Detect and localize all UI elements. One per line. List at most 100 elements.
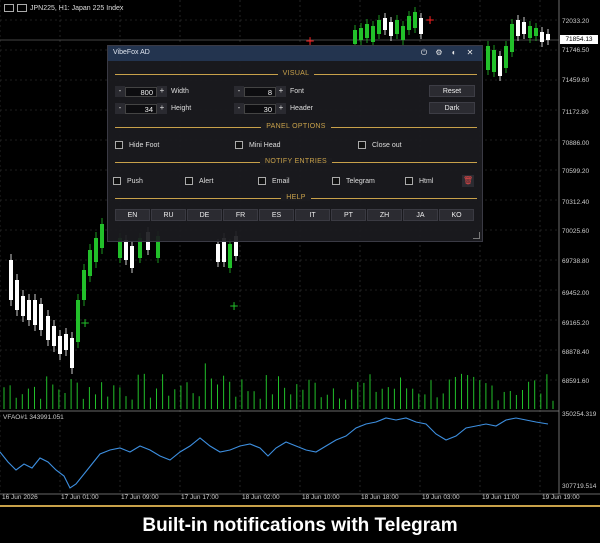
candle-body	[401, 26, 405, 40]
settings-panel[interactable]: VibeFox AD ⏻ ⚙ ◐ ✕ VISUAL - 800 + Width …	[107, 45, 483, 242]
candle-body	[395, 20, 399, 34]
time-tick: 17 Jun 09:00	[121, 494, 159, 501]
candle-body	[407, 16, 411, 30]
price-tick: 69165.20	[562, 320, 590, 327]
height-decrease-button[interactable]: -	[115, 103, 125, 114]
font-increase-button[interactable]: +	[276, 86, 286, 97]
sell-marker: +	[425, 13, 435, 27]
close-out-option[interactable]: Close out	[358, 140, 402, 150]
section-help: HELP	[115, 194, 477, 202]
width-field[interactable]: 800	[125, 86, 157, 97]
alert-checkbox[interactable]	[185, 177, 193, 185]
price-tick: 68878.40	[562, 349, 590, 356]
push-option[interactable]: Push	[113, 176, 143, 186]
section-notify-entries-title: NOTIFY ENTRIES	[259, 158, 333, 165]
section-panel-options: PANEL OPTIONS	[115, 123, 477, 131]
candle-body	[377, 20, 381, 34]
hide-foot-checkbox[interactable]	[115, 141, 123, 149]
height-label: Height	[171, 105, 192, 112]
language-button-de[interactable]: DE	[187, 209, 222, 221]
font-field[interactable]: 8	[244, 86, 276, 97]
chart-area[interactable]: + + + + JPN225, H1: Japan 225 Index 72033.2…	[0, 0, 600, 505]
html-checkbox[interactable]	[405, 177, 413, 185]
font-label: Font	[290, 88, 305, 95]
font-stepper[interactable]: - 8 + Font	[234, 86, 304, 97]
candle-body	[9, 260, 13, 300]
indicator-label: VFAO#1 343991.051	[3, 414, 64, 421]
candle-body	[534, 28, 538, 36]
reset-button[interactable]: Reset	[429, 85, 475, 97]
candle-body	[124, 240, 128, 260]
section-visual: VISUAL	[115, 70, 477, 78]
candle-body	[88, 250, 92, 276]
push-label: Push	[127, 177, 143, 185]
flag-icon	[17, 4, 27, 12]
candle-body	[52, 326, 56, 346]
power-icon[interactable]: ⏻	[419, 48, 429, 58]
price-axis[interactable]: 72033.20 71746.50 71459.60 71172.80 70886.00…	[559, 0, 600, 495]
candle-body	[94, 238, 98, 262]
time-tick: 19 Jun 11:00	[482, 494, 520, 501]
theme-icon[interactable]: ◐	[449, 48, 459, 58]
language-button-ko[interactable]: KO	[439, 209, 474, 221]
hide-foot-option[interactable]: Hide Foot	[115, 140, 159, 150]
email-checkbox[interactable]	[258, 177, 266, 185]
trash-icon[interactable]: 🗑	[462, 175, 474, 187]
candle-body	[21, 296, 25, 316]
html-option[interactable]: Html	[405, 176, 433, 186]
html-label: Html	[419, 177, 434, 185]
section-panel-options-title: PANEL OPTIONS	[261, 123, 331, 130]
symbol-text: JPN225, H1: Japan 225 Index	[30, 4, 124, 12]
candle-body	[516, 20, 520, 36]
header-label: Header	[290, 105, 313, 112]
language-button-pt[interactable]: PT	[331, 209, 366, 221]
language-button-en[interactable]: EN	[115, 209, 150, 221]
dark-button[interactable]: Dark	[429, 102, 475, 114]
candle-body	[413, 12, 417, 28]
close-out-checkbox[interactable]	[358, 141, 366, 149]
mini-head-checkbox[interactable]	[235, 141, 243, 149]
width-decrease-button[interactable]: -	[115, 86, 125, 97]
mini-head-label: Mini Head	[249, 141, 281, 149]
price-tick: 69452.00	[562, 290, 590, 297]
time-tick: 18 Jun 02:00	[242, 494, 280, 501]
alert-option[interactable]: Alert	[185, 176, 213, 186]
indicator-tick: 350254.319	[562, 411, 597, 418]
candle-body	[389, 22, 393, 36]
font-decrease-button[interactable]: -	[234, 86, 244, 97]
language-button-it[interactable]: IT	[295, 209, 330, 221]
language-button-zh[interactable]: ZH	[367, 209, 402, 221]
section-visual-title: VISUAL	[277, 70, 315, 77]
push-checkbox[interactable]	[113, 177, 121, 185]
language-button-es[interactable]: ES	[259, 209, 294, 221]
price-tick: 71459.60	[562, 77, 590, 84]
telegram-checkbox[interactable]	[332, 177, 340, 185]
mini-head-option[interactable]: Mini Head	[235, 140, 281, 150]
price-tick: 69738.80	[562, 258, 590, 265]
buy-marker: +	[229, 299, 239, 313]
header-decrease-button[interactable]: -	[234, 103, 244, 114]
header-field[interactable]: 30	[244, 103, 276, 114]
settings-icon[interactable]: ⚙	[434, 48, 444, 58]
height-stepper[interactable]: - 34 + Height	[115, 103, 191, 114]
resize-grip-icon[interactable]	[473, 232, 480, 239]
language-button-ja[interactable]: JA	[403, 209, 438, 221]
panel-header[interactable]: VibeFox AD ⏻ ⚙ ◐ ✕	[108, 46, 482, 61]
language-button-fr[interactable]: FR	[223, 209, 258, 221]
candle-body	[492, 50, 496, 72]
buy-marker: +	[80, 316, 90, 330]
candle-body	[498, 56, 502, 76]
width-stepper[interactable]: - 800 + Width	[115, 86, 189, 97]
width-increase-button[interactable]: +	[157, 86, 167, 97]
telegram-option[interactable]: Telegram	[332, 176, 375, 186]
language-button-ru[interactable]: RU	[151, 209, 186, 221]
height-field[interactable]: 34	[125, 103, 157, 114]
header-increase-button[interactable]: +	[276, 103, 286, 114]
candle-body	[510, 24, 514, 52]
candle-body	[353, 30, 357, 44]
email-option[interactable]: Email	[258, 176, 290, 186]
height-increase-button[interactable]: +	[157, 103, 167, 114]
header-stepper[interactable]: - 30 + Header	[234, 103, 313, 114]
close-icon[interactable]: ✕	[465, 48, 475, 58]
price-tick: 68591.60	[562, 378, 590, 385]
